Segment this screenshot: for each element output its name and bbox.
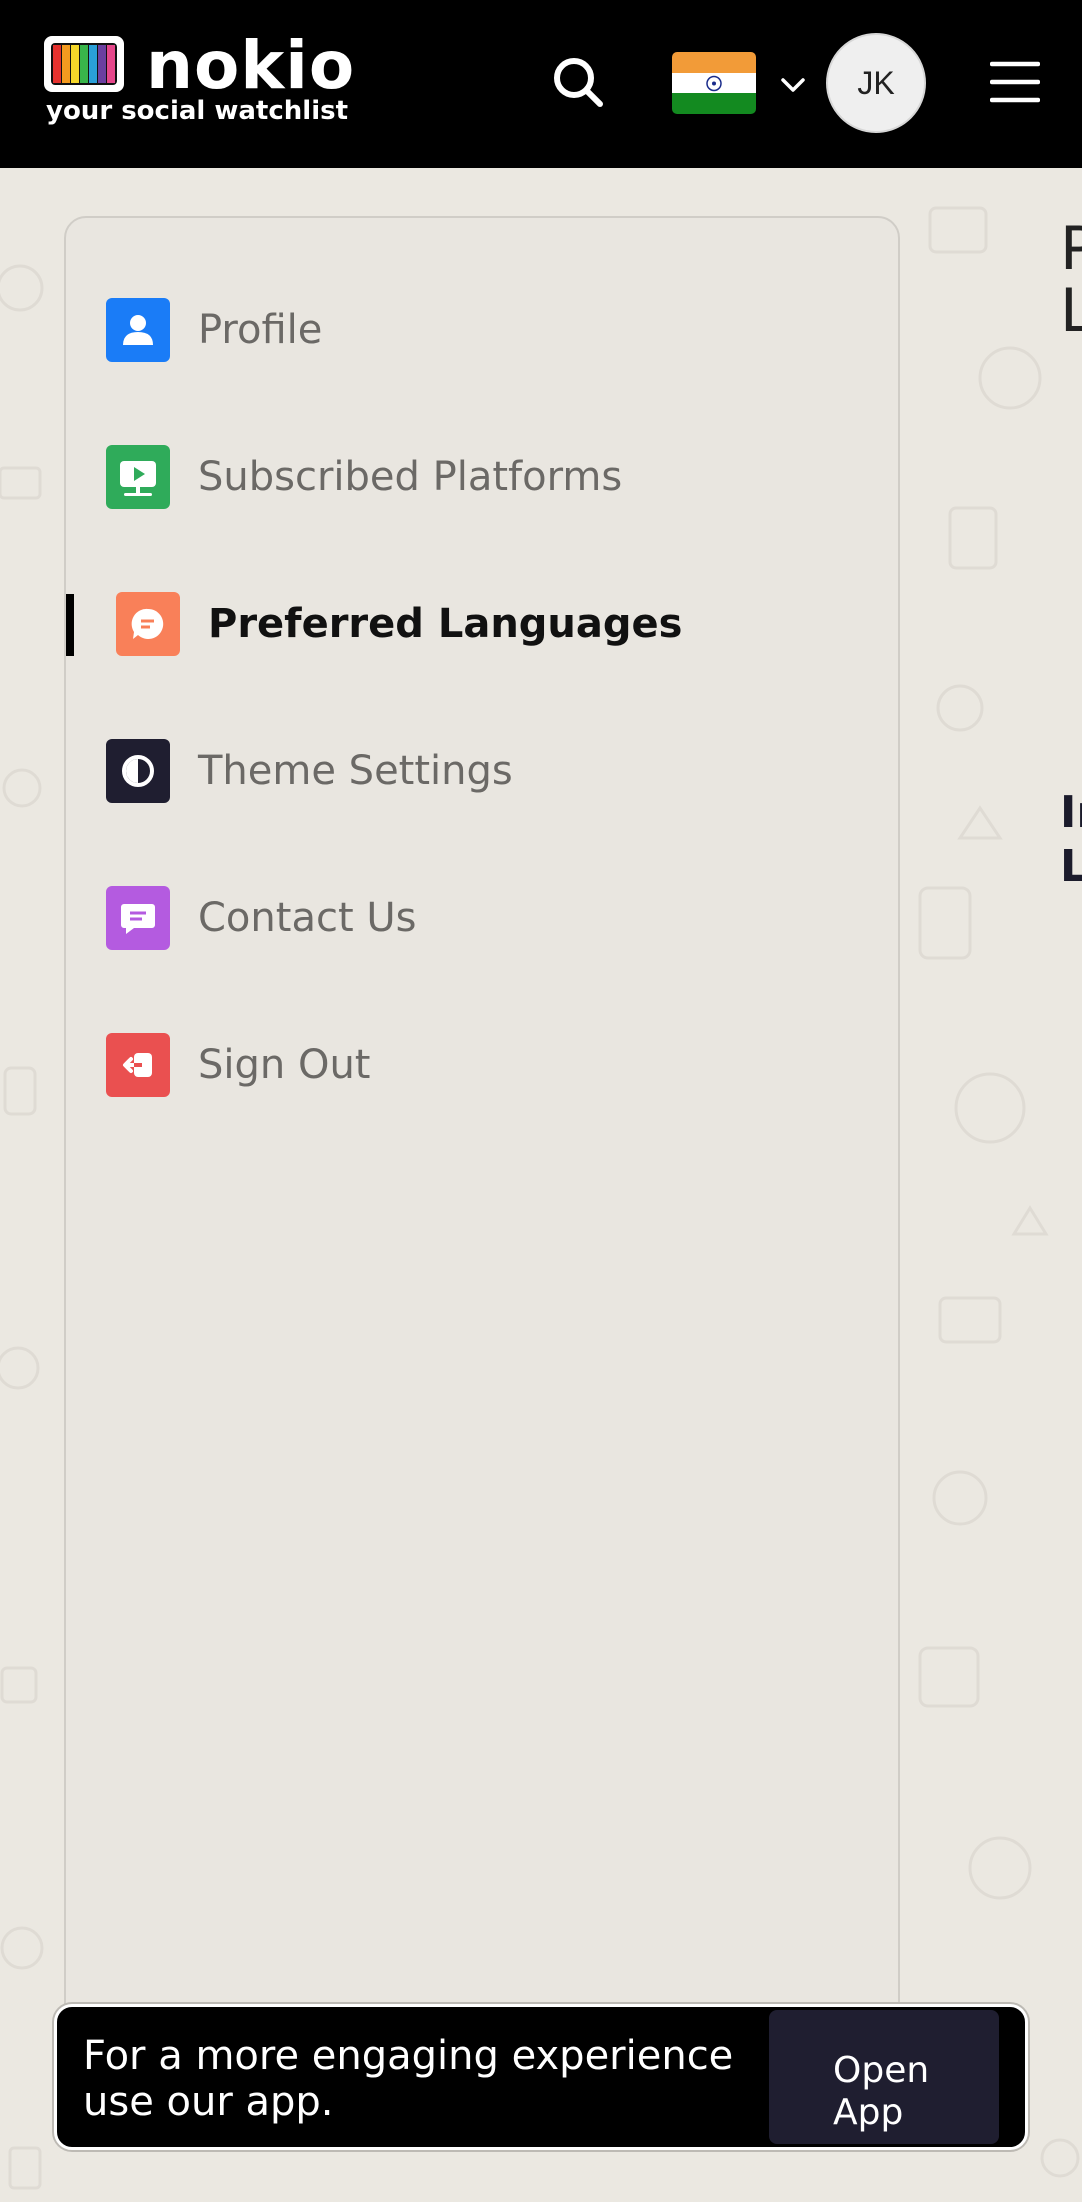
theme-contrast-icon xyxy=(106,739,170,803)
tv-play-icon xyxy=(106,445,170,509)
user-avatar[interactable]: JK xyxy=(826,33,926,133)
sidebar-item-label: Preferred Languages xyxy=(208,601,683,647)
sidebar-item-label: Contact Us xyxy=(198,895,417,941)
sidebar-item-contact-us[interactable]: Contact Us xyxy=(106,886,416,950)
country-flag-india[interactable] xyxy=(672,52,756,114)
tv-logo-icon xyxy=(44,36,124,92)
sidebar-item-profile[interactable]: Profile xyxy=(106,298,322,362)
message-icon xyxy=(106,886,170,950)
page-title-partial: P L xyxy=(1060,214,1082,346)
chevron-down-icon[interactable] xyxy=(778,70,808,100)
sidebar-item-label: Theme Settings xyxy=(198,748,513,794)
brand-tagline: your social watchlist xyxy=(46,96,349,126)
sidebar-item-label: Profile xyxy=(198,307,323,353)
sidebar-item-theme-settings[interactable]: Theme Settings xyxy=(106,739,513,803)
open-app-button[interactable]: Open App xyxy=(769,2010,999,2144)
profile-icon xyxy=(106,298,170,362)
search-icon[interactable] xyxy=(550,54,606,110)
settings-sidebar: Profile Subscribed Platforms Preferred L… xyxy=(64,216,900,2036)
active-indicator xyxy=(66,594,74,656)
sidebar-item-label: Subscribed Platforms xyxy=(198,454,623,500)
sidebar-item-label: Sign Out xyxy=(198,1042,371,1088)
chat-bubble-icon xyxy=(116,592,180,656)
hamburger-menu-icon[interactable] xyxy=(990,58,1040,106)
section-heading-partial: In L xyxy=(1060,787,1082,892)
open-app-banner: For a more engaging experience use our a… xyxy=(54,2004,1028,2150)
sign-out-icon xyxy=(106,1033,170,1097)
sidebar-item-sign-out[interactable]: Sign Out xyxy=(106,1033,370,1097)
sidebar-item-preferred-languages[interactable]: Preferred Languages xyxy=(116,592,682,656)
top-navigation-bar: nokio your social watchlist JK xyxy=(0,0,1082,168)
brand-name: nokio xyxy=(146,27,356,104)
sidebar-item-subscribed-platforms[interactable]: Subscribed Platforms xyxy=(106,445,622,509)
banner-message: For a more engaging experience use our a… xyxy=(83,2033,734,2125)
nokio-logo[interactable]: nokio your social watchlist xyxy=(42,27,354,126)
